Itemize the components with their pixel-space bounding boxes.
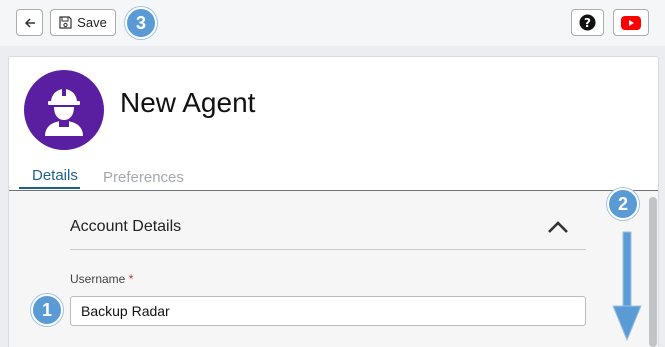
callout-3: 3: [125, 7, 157, 39]
top-toolbar: Save ?: [0, 0, 665, 46]
username-label-text: Username: [70, 272, 126, 286]
tab-preferences[interactable]: Preferences: [103, 169, 184, 186]
floppy-disk-icon: [59, 16, 72, 29]
arrow-left-icon: [24, 17, 35, 28]
chevron-up-icon[interactable]: [546, 220, 570, 234]
question-circle-icon: ?: [579, 14, 596, 31]
username-label: Username *: [70, 272, 133, 286]
active-tab-indicator: [19, 187, 80, 189]
back-button[interactable]: [16, 9, 43, 36]
required-marker: *: [128, 272, 134, 286]
avatar: [24, 70, 104, 150]
page-title: New Agent: [120, 87, 256, 118]
arrow-down-icon: [612, 231, 642, 342]
svg-text:?: ?: [584, 16, 591, 30]
callout-2: 2: [607, 188, 639, 220]
tab-details[interactable]: Details: [32, 167, 78, 184]
section-title-account-details: Account Details: [70, 218, 182, 235]
callout-1: 1: [31, 294, 63, 326]
youtube-icon: [621, 15, 641, 30]
help-button[interactable]: ?: [571, 9, 604, 36]
save-button[interactable]: Save: [50, 9, 116, 36]
agent-card: New Agent Details Preferences Account De…: [8, 56, 659, 347]
youtube-button[interactable]: [613, 9, 649, 36]
scrollbar[interactable]: [649, 197, 657, 347]
section-divider: [70, 249, 586, 250]
worker-hardhat-icon: [45, 88, 83, 136]
username-input[interactable]: [70, 296, 586, 326]
save-button-label: Save: [77, 15, 107, 30]
